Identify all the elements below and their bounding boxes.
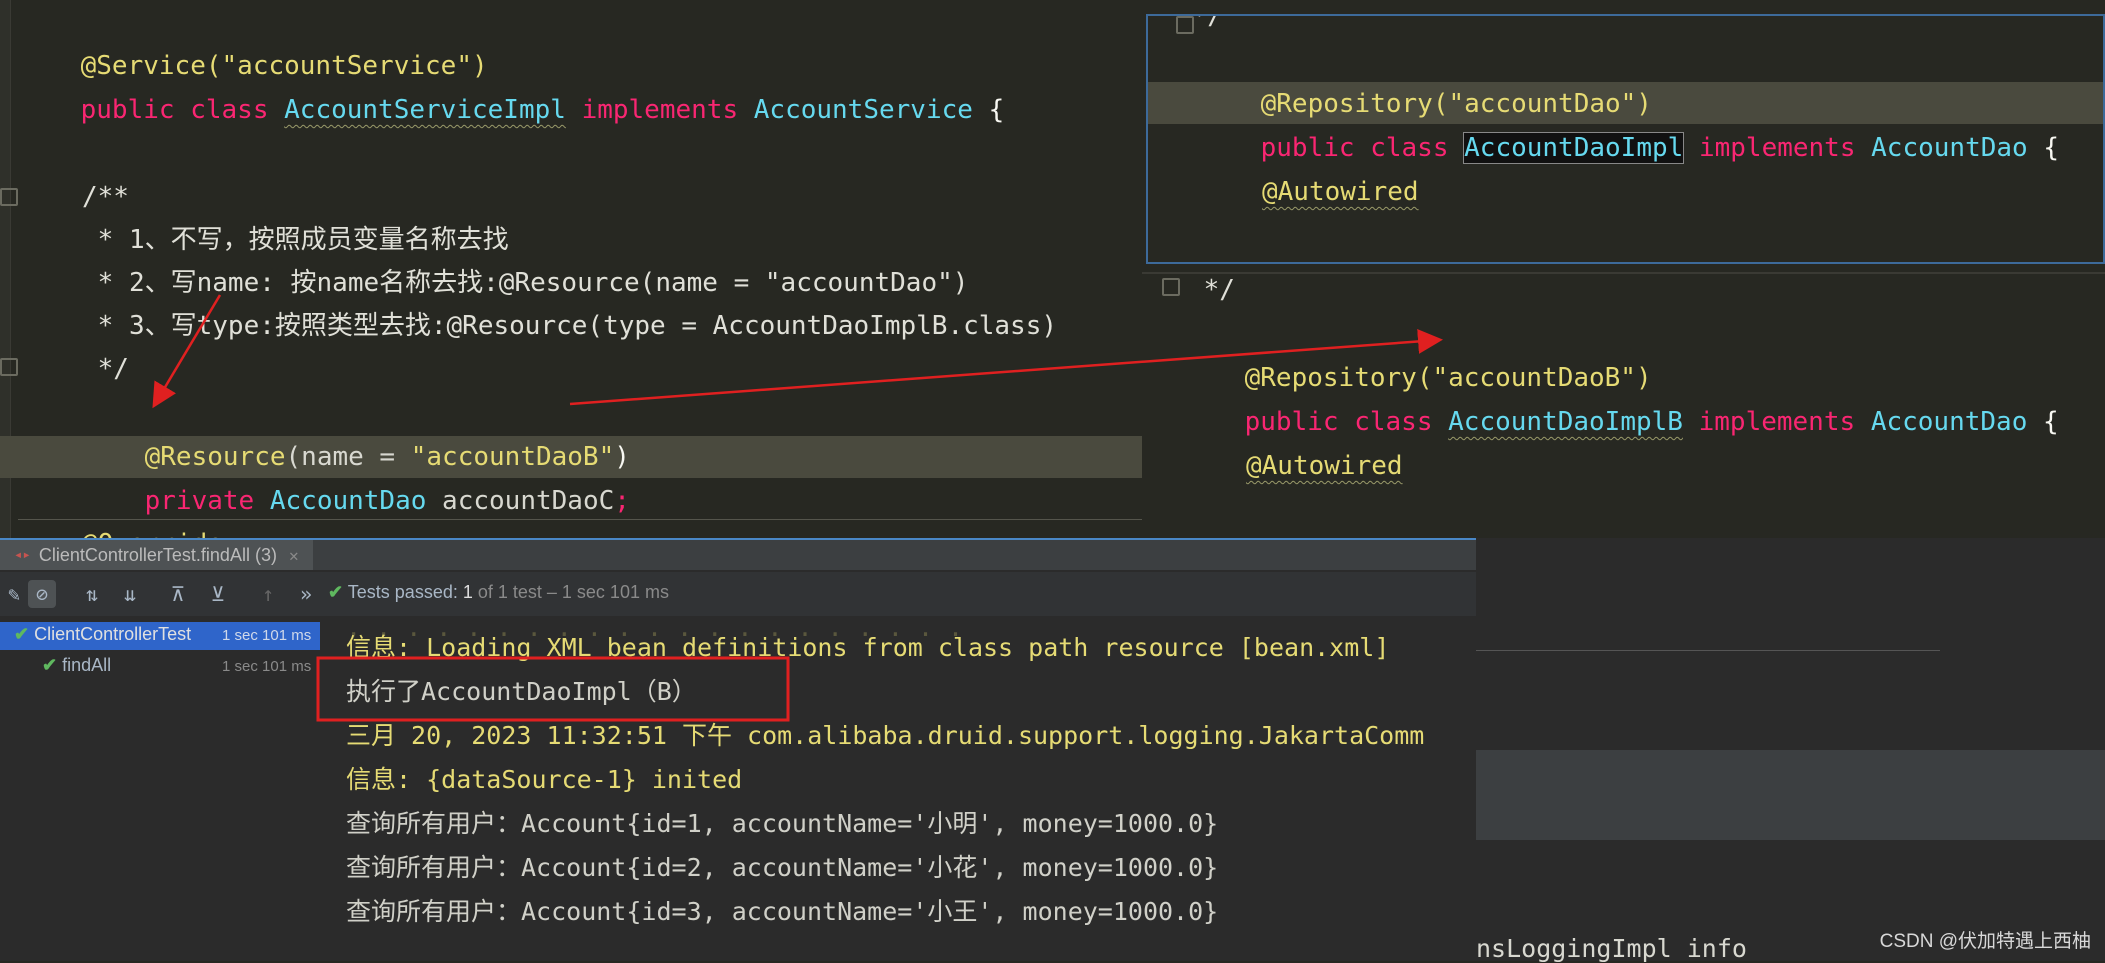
code-line-comment-end[interactable]: */ (1176, 16, 1223, 38)
keyword: public (80, 95, 175, 125)
tree-item-class[interactable]: ✔ ClientControllerTest (14, 624, 191, 645)
run-tab[interactable]: ◂▸ ClientControllerTest.findAll (3) ✕ (0, 540, 313, 570)
keyword: class (1354, 407, 1433, 437)
semicolon: ; (614, 486, 630, 516)
tree-item-method[interactable]: ✔ findAll (42, 655, 111, 676)
console-line: 执行了AccountDaoImpl（B） (346, 677, 697, 706)
field-name: accountDaoC (426, 486, 615, 516)
close-icon[interactable]: ✕ (289, 546, 299, 565)
type-name: AccountDao (269, 486, 427, 516)
tree-item-time: 1 sec 101 ms (222, 658, 312, 675)
code-line-doc-open[interactable]: /** (82, 175, 129, 219)
divider (1476, 650, 1940, 651)
sort-alpha-icon[interactable]: ⇅ (78, 580, 106, 608)
edit-icon[interactable]: ✎ (0, 580, 28, 608)
console-line: 查询所有用户：Account{id=3, accountName='小王', m… (346, 897, 1219, 926)
brace: { (2027, 407, 2059, 437)
console-line: 信息: Loading XML bean definitions from cl… (346, 633, 1390, 662)
code-line-class-decl[interactable]: public class AccountServiceImpl implemen… (18, 44, 1005, 176)
console-line: 三月 20, 2023 11:32:51 下午 com.alibaba.drui… (346, 721, 1425, 750)
fold-marker[interactable] (0, 188, 18, 206)
more-icon[interactable]: » (292, 580, 320, 608)
fold-marker[interactable] (0, 358, 18, 376)
fold-marker[interactable] (1162, 278, 1180, 296)
tree-item-time: 1 sec 101 ms (222, 627, 312, 644)
code-line-doc-1[interactable]: * 1、不写，按照成员变量名称去找 (82, 218, 509, 262)
code-line-comment-end[interactable]: */ (1188, 274, 1235, 312)
test-status: ✔ Tests passed: 1 of 1 test – 1 sec 101 … (328, 582, 669, 603)
code-line-doc-2[interactable]: * 2、写name: 按name名称去找:@Resource(name = "a… (82, 261, 969, 305)
code-line-field[interactable]: private JdbcTemplate jdbcTemplate; (1262, 214, 1857, 262)
keyword: public (1244, 407, 1339, 437)
code-line-autowired[interactable]: @Autowired (1246, 444, 1403, 488)
class-name: AccountDaoImpl (1463, 132, 1685, 164)
gray-strip (1476, 750, 2105, 840)
keyword: public (1260, 133, 1355, 163)
class-name: AccountServiceImpl (284, 95, 566, 125)
console-line: 查询所有用户：Account{id=1, accountName='小明', m… (346, 809, 1219, 838)
code-line-field[interactable]: private JdbcTemplate jdbcTemplate; (1246, 488, 1841, 540)
keyword: implements (1698, 407, 1856, 437)
expand-all-icon[interactable]: ⊼ (164, 580, 192, 608)
keyword: implements (1698, 133, 1856, 163)
run-tab-label: ClientControllerTest.findAll (3) (38, 544, 277, 565)
keyword: class (1370, 133, 1449, 163)
main-editor[interactable]: @Service("accountService") public class … (0, 0, 1150, 538)
code-line-autowired[interactable]: @Autowired (1262, 170, 1419, 214)
stop-icon[interactable]: ⊘ (28, 580, 56, 608)
interface-name: AccountService (753, 95, 973, 125)
status-count: 1 (462, 582, 473, 602)
tree-item-label: ClientControllerTest (34, 624, 192, 644)
run-tab-bar: ◂▸ ClientControllerTest.findAll (3) ✕ (0, 538, 1476, 570)
console-line: 查询所有用户：Account{id=2, accountName='小花', m… (346, 853, 1219, 882)
background-text-fragment: nsLoggingImpl info (1476, 934, 1747, 963)
interface-name: AccountDao (1870, 407, 2028, 437)
console-line: 信息: {dataSource-1} inited (346, 765, 743, 794)
keyword: class (190, 95, 269, 125)
watermark: CSDN @伏加特遇上西柚 (1879, 931, 2091, 952)
tree-item-label: findAll (62, 655, 112, 675)
status-detail: of 1 test – 1 sec 101 ms (472, 582, 669, 602)
snippet-accountdaoimpl[interactable]: */ @Repository("accountDao") public clas… (1146, 14, 2105, 264)
class-name: AccountDaoImplB (1448, 407, 1683, 437)
status-label: Tests passed: (347, 582, 463, 602)
collapse-all-icon[interactable]: ⊻ (204, 580, 232, 608)
keyword: implements (581, 95, 739, 125)
code-line-doc-3[interactable]: * 3、写type:按照类型去找:@Resource(type = Accoun… (82, 304, 1057, 348)
keyword: private (144, 486, 255, 516)
check-icon: ✔ (328, 582, 344, 602)
sort-duration-icon[interactable]: ⇊ (116, 580, 144, 608)
code-line-override[interactable]: @Override (82, 522, 223, 538)
brace: { (972, 95, 1005, 125)
brace: { (2027, 133, 2060, 163)
run-config-icon: ◂▸ (14, 547, 31, 563)
check-icon: ✔ (14, 624, 30, 644)
run-panel[interactable]: ◂▸ ClientControllerTest.findAll (3) ✕ ✎ … (0, 538, 1476, 961)
arrow-up-icon[interactable]: ↑ (254, 580, 282, 608)
snippet-accountdaoimplb[interactable]: */ @Repository("accountDaoB") public cla… (1142, 272, 2105, 540)
background-ide-area: nsLoggingImpl info (1476, 538, 2105, 963)
code-line-doc-close[interactable]: */ (82, 347, 129, 391)
check-icon: ✔ (42, 655, 58, 675)
run-toolbar: ✎ ⊘ ⇅ ⇊ ⊼ ⊻ ↑ » ✔ Tests passed: 1 of 1 t… (0, 572, 1476, 617)
interface-name: AccountDao (1871, 133, 2028, 163)
test-tree[interactable]: ✔ ClientControllerTest 1 sec 101 ms ✔ fi… (0, 616, 321, 961)
console-output[interactable]: , . . . . . . . . . . . . . . . . . . . … (320, 616, 1476, 961)
